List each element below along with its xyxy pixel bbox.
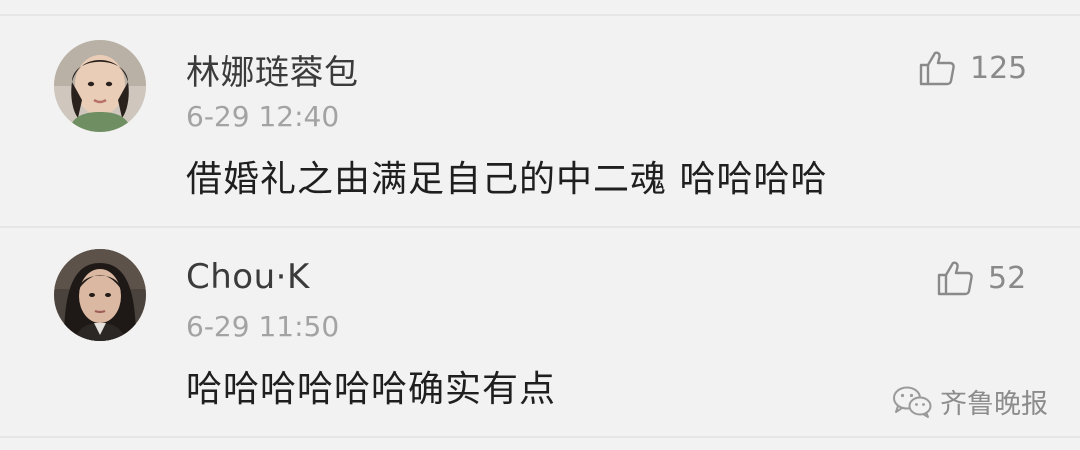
comment-timestamp: 6-29 11:50 (186, 310, 340, 343)
like-button[interactable]: 52 (936, 260, 1026, 296)
bottom-divider (0, 436, 1080, 438)
source-watermark: 齐鲁晚报 (892, 382, 1048, 421)
avatar[interactable] (54, 40, 146, 132)
like-button[interactable]: 125 (918, 50, 1027, 86)
avatar-image (54, 249, 146, 341)
comment-username[interactable]: 林娜琏蓉包 (186, 45, 359, 94)
like-count: 125 (970, 50, 1028, 86)
like-count: 52 (988, 260, 1027, 296)
watermark-text: 齐鲁晚报 (940, 389, 1048, 420)
comment-divider (0, 226, 1080, 228)
comment-text: 哈哈哈哈哈哈确实有点 (186, 369, 557, 410)
thumbs-up-icon (936, 260, 974, 296)
thumbs-up-icon (918, 50, 956, 86)
top-divider (0, 14, 1080, 16)
comment-username[interactable]: Chou·K (186, 257, 310, 297)
comment-timestamp: 6-29 12:40 (186, 100, 340, 133)
comment-text: 借婚礼之由满足自己的中二魂 哈哈哈哈 (186, 159, 828, 200)
avatar[interactable] (54, 249, 146, 341)
avatar-image (54, 40, 146, 132)
wechat-icon (892, 385, 932, 419)
